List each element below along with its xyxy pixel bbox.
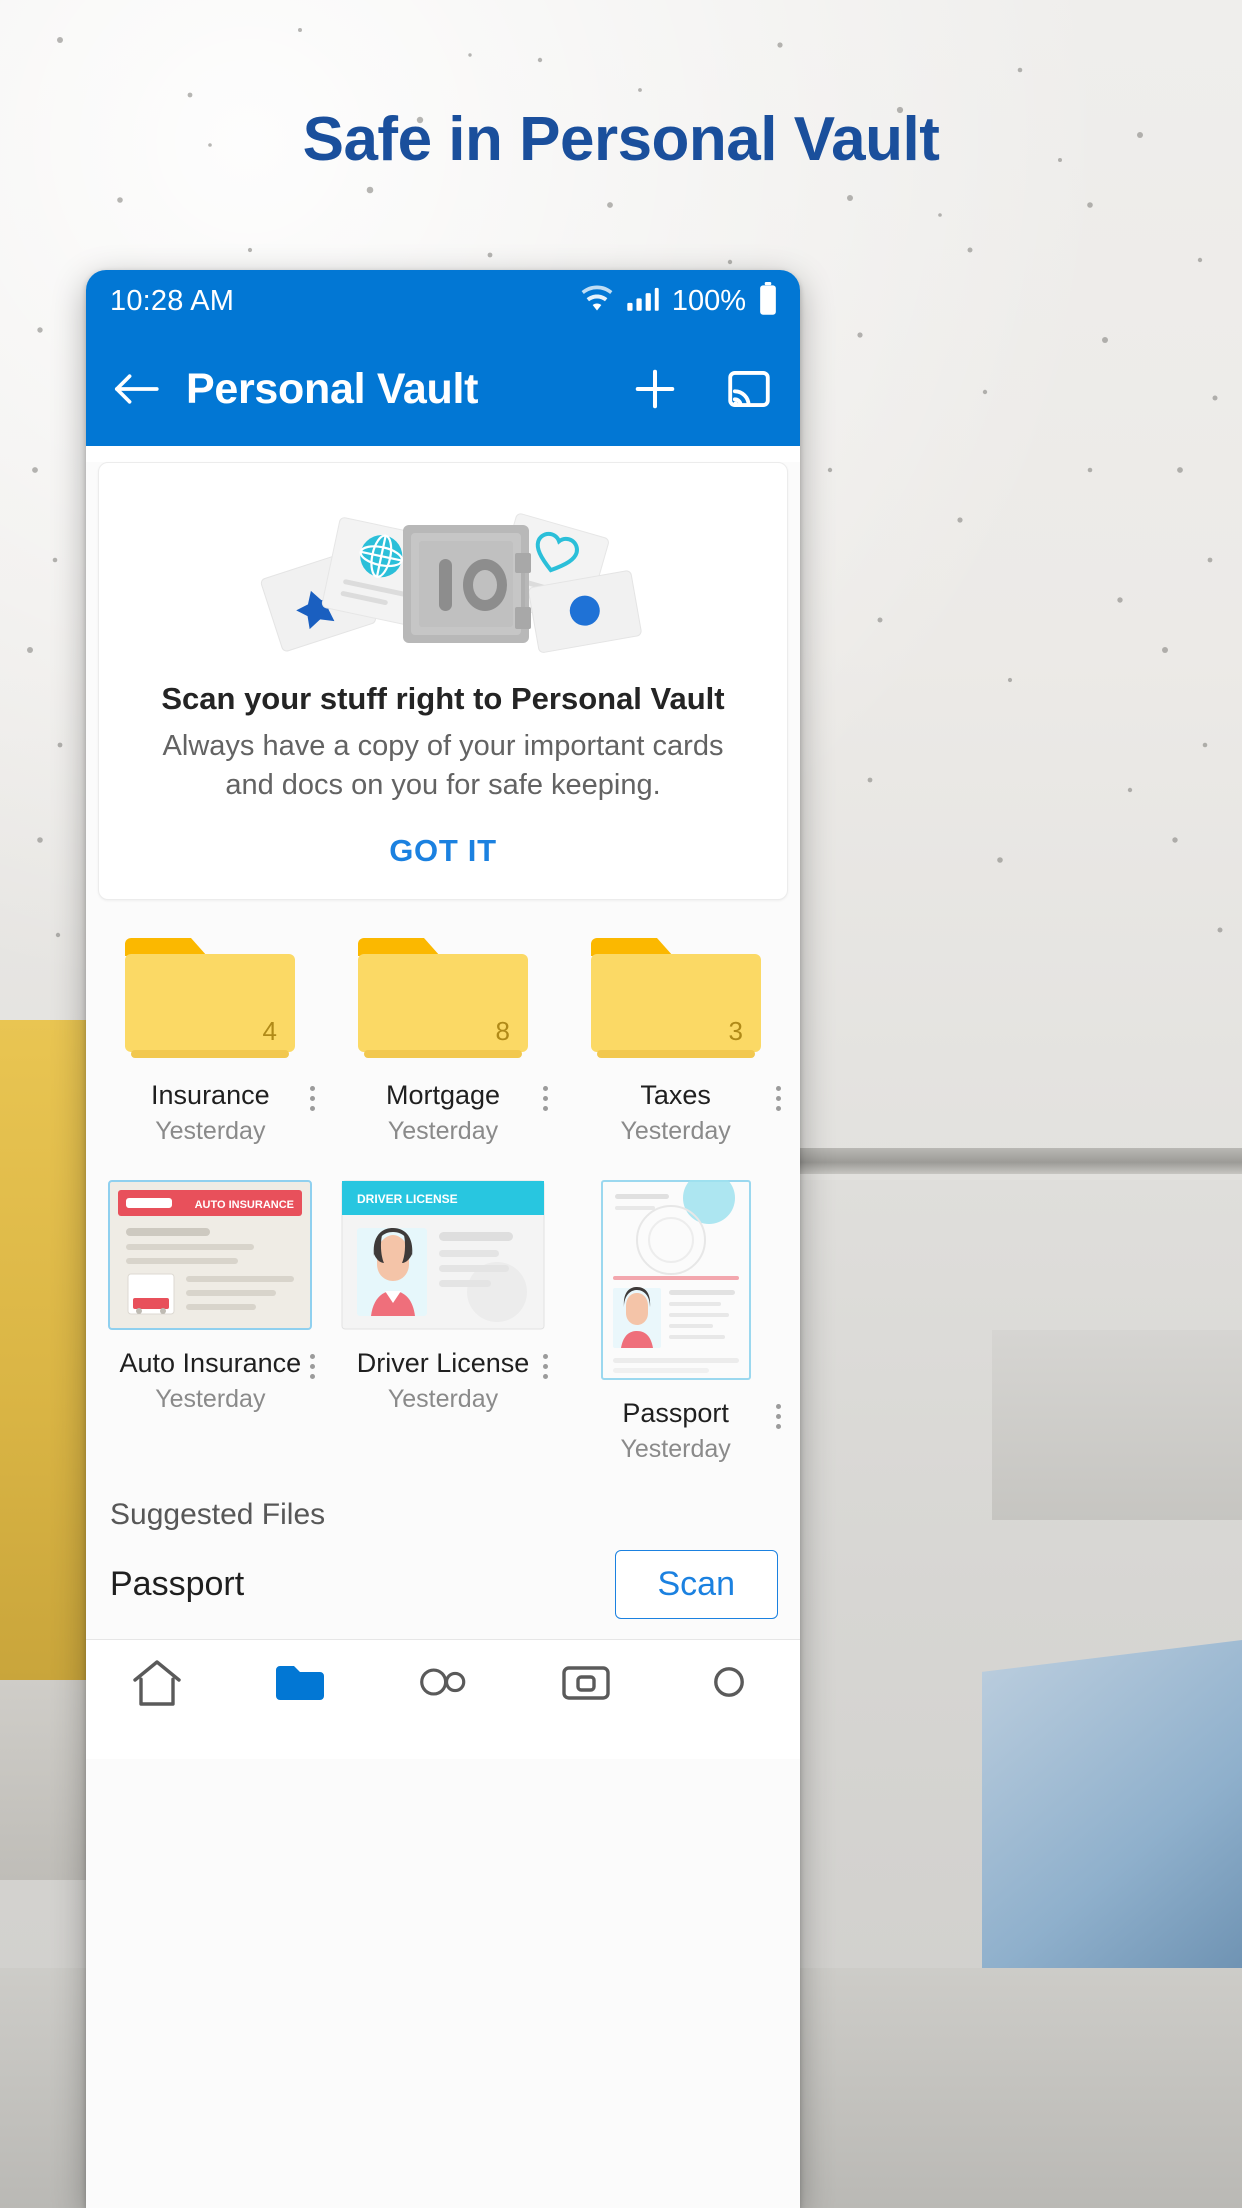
document-meta: Driver License Yesterday [335,1348,552,1414]
document-date: Yesterday [155,1384,266,1413]
status-bar: 10:28 AM 100% [86,270,800,332]
folder-icon[interactable]: 4 [102,926,319,1062]
folder-date: Yesterday [620,1116,731,1145]
overflow-menu-icon[interactable] [309,1085,317,1111]
suggested-file-name: Passport [110,1564,245,1603]
folder-grid: 4 Insurance Yesterday 8 Mortgage Yesterd… [86,900,800,1154]
document-date: Yesterday [620,1434,731,1463]
document-badge: AUTO INSURANCE [195,1199,294,1211]
folder-name: Insurance [151,1079,270,1110]
safe-with-documents-illustration [119,487,767,659]
nav-item-shared[interactable] [514,1656,657,1708]
plus-icon[interactable] [632,366,678,412]
app-bar: Personal Vault [86,332,800,446]
folder-meta: Taxes Yesterday [567,1080,784,1146]
auto-insurance-card-thumbnail[interactable]: AUTO INSURANCE [102,1179,319,1330]
document-grid: AUTO INSURANCE Auto Insurance Yesterday … [86,1154,800,1472]
promo-title: Scan your stuff right to Personal Vault [161,681,725,716]
document-meta: Auto Insurance Yesterday [102,1348,319,1414]
overflow-menu-icon[interactable] [541,1085,549,1111]
document-name: Auto Insurance [119,1347,302,1378]
folder-name: Taxes [640,1079,711,1110]
wifi-icon [580,285,614,318]
folder-count: 4 [263,1016,277,1046]
shared-icon [562,1666,610,1700]
battery-full-icon [758,281,778,321]
folder-icon[interactable]: 3 [567,926,784,1062]
passport-document-thumbnail[interactable] [567,1179,784,1380]
vault-content: Scan your stuff right to Personal Vault … [86,462,800,2208]
promo-subtitle: Always have a copy of your important car… [119,727,767,805]
promo-subtitle-line1: Always have a copy of your important car… [162,730,724,762]
folder-meta: Mortgage Yesterday [335,1080,552,1146]
bottom-navigation-bar [86,1638,800,1759]
nav-item-home[interactable] [86,1656,229,1708]
nav-item-photos[interactable] [372,1656,515,1708]
page-title: Personal Vault [186,364,479,413]
folder-tile[interactable]: 4 Insurance Yesterday [94,900,327,1154]
document-tile[interactable]: AUTO INSURANCE Auto Insurance Yesterday [94,1154,327,1472]
overflow-menu-icon[interactable] [541,1353,549,1379]
photos-icon [420,1668,466,1696]
cast-icon[interactable] [726,366,772,412]
document-badge: DRIVER LICENSE [357,1192,458,1206]
document-tile[interactable]: Passport Yesterday [559,1154,792,1472]
folder-count: 8 [496,1016,510,1046]
scan-button[interactable]: Scan [614,1549,778,1619]
home-icon [133,1660,182,1706]
overflow-menu-icon[interactable] [774,1403,782,1429]
folder-icon[interactable]: 8 [335,926,552,1062]
folder-date: Yesterday [387,1116,499,1145]
document-name: Passport [622,1397,729,1428]
folder-tile[interactable]: 8 Mortgage Yesterday [327,900,560,1154]
document-date: Yesterday [387,1384,499,1413]
scan-promo-card: Scan your stuff right to Personal Vault … [98,462,788,900]
folder-tile[interactable]: 3 Taxes Yesterday [559,900,792,1154]
promo-subtitle-line2: and docs on you for safe keeping. [225,768,661,801]
nav-item-me[interactable] [657,1656,800,1708]
page-headline: Safe in Personal Vault [302,105,940,174]
me-account-icon [713,1666,744,1697]
got-it-button[interactable]: GOT IT [119,833,767,869]
document-meta: Passport Yesterday [567,1398,784,1464]
driver-license-card-thumbnail[interactable]: DRIVER LICENSE [335,1180,552,1330]
arrow-left-icon[interactable] [112,369,160,409]
files-folder-icon [276,1665,325,1700]
document-name: Driver License [356,1347,530,1378]
document-tile[interactable]: DRIVER LICENSE Driver License Yesterday [327,1154,560,1472]
status-clock: 10:28 AM [110,284,235,317]
suggested-file-row[interactable]: Passport Scan [86,1532,800,1639]
nav-item-files[interactable] [229,1656,372,1708]
suggested-files-header: Suggested Files [110,1497,326,1531]
folder-name: Mortgage [385,1079,501,1110]
overflow-menu-icon[interactable] [774,1085,782,1111]
folder-date: Yesterday [155,1116,266,1145]
folder-count: 3 [728,1016,742,1046]
phone-mockup: 10:28 AM 100% Personal Vault Scan your s… [86,270,800,2208]
folder-meta: Insurance Yesterday [102,1080,319,1146]
cellular-signal-icon [626,285,660,318]
battery-percent-label: 100% [671,284,746,317]
overflow-menu-icon[interactable] [309,1353,317,1379]
